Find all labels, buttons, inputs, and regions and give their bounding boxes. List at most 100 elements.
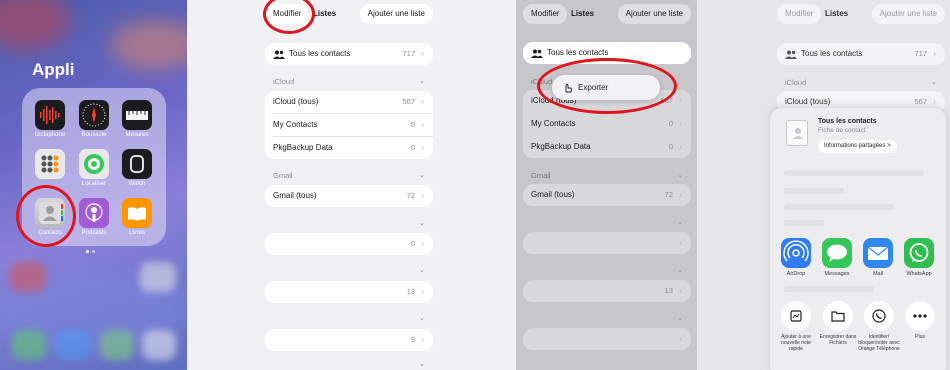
chevron-right-icon: › [679,190,682,199]
share-label: WhatsApp [906,271,932,277]
home-screen-panel: Appli Dictaphone Boussole Mesures Locali… [0,0,187,370]
wallpaper-blob [110,20,187,70]
share-airdrop[interactable]: AirDrop [778,238,814,277]
action-save-files[interactable]: Enregistrer dans Fichiers [817,301,859,346]
chevron-down-icon[interactable]: ⌄ [419,266,425,274]
lists-title: Listes [571,9,595,18]
placeholder-line [784,170,924,176]
app-localiser[interactable]: Localiser [79,149,109,187]
app-podcasts[interactable]: Podcasts [79,198,109,236]
list-row-account[interactable]: › [531,328,683,350]
chevron-right-icon: › [679,334,682,343]
chevron-right-icon: › [679,96,682,105]
chevron-right-icon: › [679,238,682,247]
share-mail[interactable]: Mail [860,238,896,277]
list-row-gmail-all[interactable]: Gmail (tous) 72 › [273,185,425,207]
shared-info-button[interactable]: Informations partagées > [818,140,897,153]
row-label: Gmail (tous) [531,190,575,199]
row-label: My Contacts [273,120,318,129]
account-card: 13 › [265,281,433,303]
app-label: Boussole [81,132,107,138]
row-count: 72 [664,190,673,199]
row-count: 0 [410,239,415,248]
row-count: 72 [406,191,415,200]
app-livres[interactable]: Livres [122,198,152,236]
all-contacts-card: Tous les contacts 717 › [265,43,433,65]
share-whatsapp[interactable]: WhatsApp [901,238,937,277]
app-calculator[interactable] [35,149,65,181]
dictaphone-icon [35,100,65,130]
action-more[interactable]: Plus [899,301,941,340]
action-quick-note[interactable]: Ajouter à une nouvelle note rapide [775,301,817,352]
action-label: Ajouter à une nouvelle note rapide [781,334,811,352]
app-watch[interactable]: Watch [122,149,152,187]
all-contacts-card: Tous les contacts 717 › [777,43,945,65]
dock-messages-icon [100,330,134,360]
edit-button[interactable]: Modifier [777,4,822,24]
chevron-down-icon[interactable]: ⌄ [419,77,425,85]
chevron-down-icon[interactable]: ⌄ [677,171,683,179]
all-contacts-label: Tous les contacts [801,49,863,58]
list-row-account[interactable]: 13 › [531,280,683,302]
app-mesures[interactable]: Mesures [122,100,152,138]
chevron-right-icon: › [933,49,936,58]
list-row-icloud-all[interactable]: iCloud (tous) 567 › [273,91,425,113]
all-contacts-row[interactable]: Tous les contacts 717 › [273,43,425,65]
add-list-button[interactable]: Ajouter une liste [871,4,945,24]
list-row-account[interactable]: 9 › [273,329,425,351]
edit-button[interactable]: Modifier [523,4,568,24]
icloud-card: iCloud (tous) 567 › My Contacts 0 › PkgBacku… [265,91,433,159]
account-card: 9 › [265,329,433,351]
dock-safari-icon [56,330,90,360]
chevron-down-icon[interactable]: ⌄ [677,218,683,226]
account-card: 13 › [523,280,691,302]
list-row-account[interactable]: › [531,232,683,254]
list-row-pkgbackup[interactable]: PkgBackup Data 0 › [531,136,683,158]
account-card: 0 › [265,233,433,255]
app-boussole[interactable]: Boussole [79,100,109,138]
measure-icon [122,100,152,130]
add-list-button[interactable]: Ajouter une liste [617,4,691,24]
row-label: Gmail (tous) [273,191,317,200]
calculator-icon [35,149,65,179]
row-label: PkgBackup Data [531,142,591,151]
share-messages[interactable]: Messages [819,238,855,277]
page-indicator [86,240,100,253]
chevron-right-icon: › [679,142,682,151]
chevron-down-icon[interactable]: ⌄ [419,360,425,368]
app-dictaphone[interactable]: Dictaphone [35,100,65,138]
row-label: PkgBackup Data [273,143,333,152]
share-label: Messages [824,271,850,277]
app-label: Localiser [81,181,106,187]
list-row-my-contacts[interactable]: My Contacts 0 › [531,113,683,135]
account-card: › [523,232,691,254]
row-label: My Contacts [531,119,576,128]
phone-icon [864,301,894,331]
action-label: Enregistrer dans Fichiers [819,334,857,346]
app-label: Podcasts [81,230,107,236]
chevron-down-icon[interactable]: ⌄ [677,266,683,274]
messages-icon [822,238,852,268]
chevron-down-icon[interactable]: ⌄ [419,314,425,322]
list-row-account[interactable]: 0 › [273,233,425,255]
chevron-down-icon[interactable]: ⌄ [419,171,425,179]
more-icon [905,301,935,331]
list-row-my-contacts[interactable]: My Contacts 0 › [273,114,425,136]
row-count: 0 [668,119,673,128]
section-header-icloud: iCloud [273,77,295,86]
action-orange-phone[interactable]: Identifier/ bloquer/noter avec Orange Té… [858,301,900,352]
add-list-button[interactable]: Ajouter une liste [359,4,433,24]
action-label: Plus [915,334,925,340]
list-row-pkgbackup[interactable]: PkgBackup Data 0 › [273,137,425,159]
chevron-down-icon[interactable]: ⌄ [419,219,425,227]
chevron-right-icon: › [421,287,424,296]
list-row-account[interactable]: 13 › [273,281,425,303]
chevron-down-icon[interactable]: ⌄ [931,78,937,86]
annotation-circle-export [537,58,677,114]
contact-lists-panel: Modifier Listes Ajouter une liste Tous l… [187,0,516,370]
background-app-icon [140,262,176,292]
list-row-gmail-all[interactable]: Gmail (tous) 72 › [531,184,683,206]
chevron-right-icon: › [421,191,424,200]
chevron-down-icon[interactable]: ⌄ [677,314,683,322]
all-contacts-row[interactable]: Tous les contacts 717 › [785,43,937,65]
